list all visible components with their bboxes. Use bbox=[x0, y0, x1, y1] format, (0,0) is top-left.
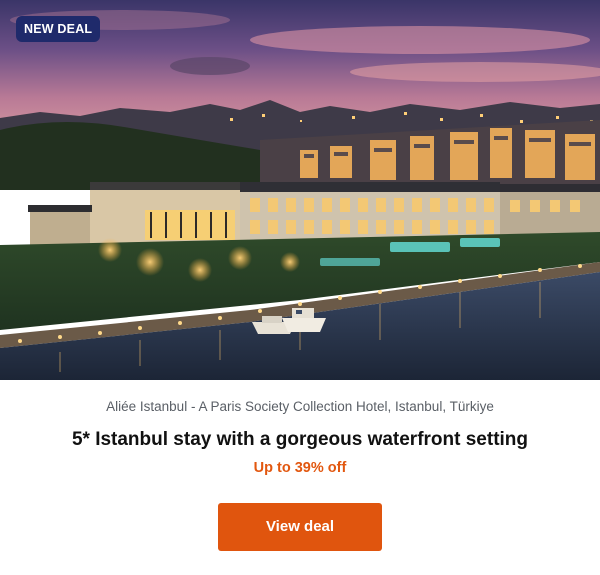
hotel-location: Aliée Istanbul - A Paris Society Collect… bbox=[106, 399, 494, 414]
view-deal-button[interactable]: View deal bbox=[218, 503, 382, 551]
deal-card[interactable]: NEW DEAL Aliée Istanbul - A Paris Societ… bbox=[0, 0, 600, 575]
deal-title[interactable]: 5* Istanbul stay with a gorgeous waterfr… bbox=[0, 429, 600, 451]
deal-details: Aliée Istanbul - A Paris Society Collect… bbox=[0, 380, 600, 575]
discount-label: Up to 39% off bbox=[253, 460, 347, 476]
new-deal-badge: NEW DEAL bbox=[16, 16, 101, 42]
hotel-photo[interactable]: NEW DEAL bbox=[0, 0, 600, 380]
hotel-photo-illustration bbox=[0, 0, 600, 380]
